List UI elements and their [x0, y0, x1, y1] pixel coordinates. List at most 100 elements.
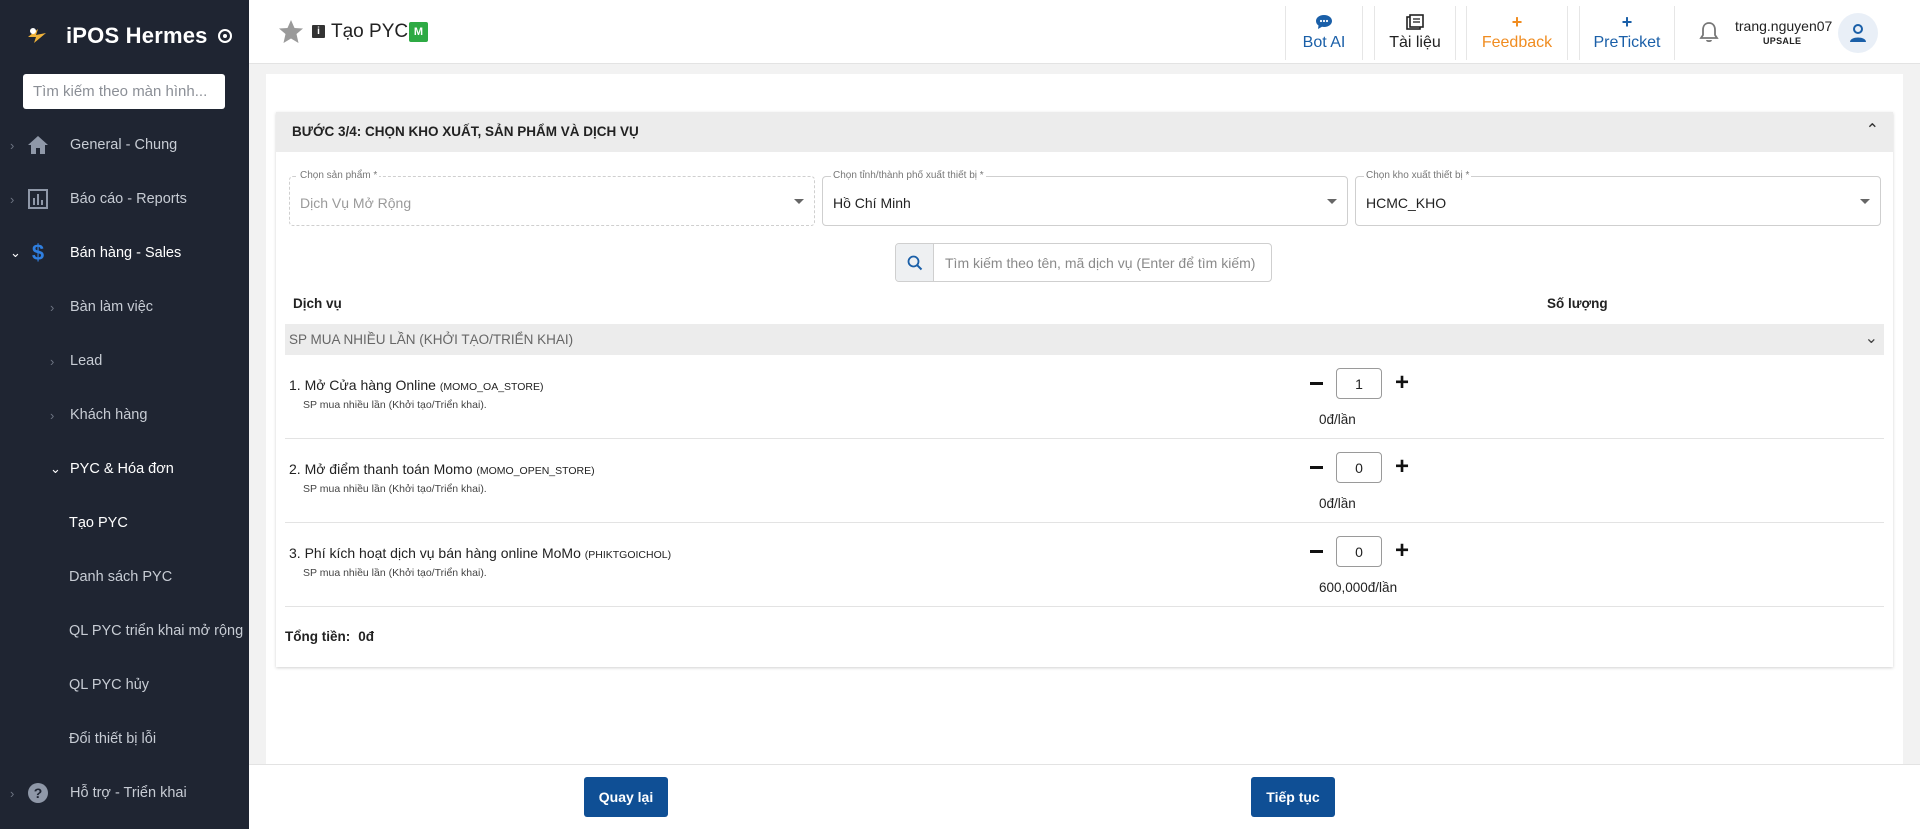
service-name: 1. Mở Cửa hàng Online (MOMO_OA_STORE)	[289, 377, 544, 393]
sidebar-item-label: Tạo PYC	[69, 515, 128, 531]
total-value: 0đ	[358, 629, 374, 644]
avatar[interactable]	[1838, 13, 1878, 53]
sidebar-item-reports[interactable]: › Báo cáo - Reports	[0, 172, 249, 226]
increment-button[interactable]: +	[1390, 537, 1414, 565]
sidebar-item-label: QL PYC hủy	[69, 677, 150, 693]
sidebar-item-pyc-invoices[interactable]: ⌄ PYC & Hóa đơn	[0, 442, 249, 496]
chevron-down-icon: ⌄	[50, 461, 61, 476]
chevron-right-icon: ›	[10, 785, 15, 801]
sidebar-item-pyc-cancel[interactable]: QL PYC hủy	[0, 658, 249, 712]
service-name: 3. Phí kích hoạt dịch vụ bán hàng online…	[289, 545, 671, 561]
chat-bubble-icon	[1315, 14, 1333, 32]
user-name: trang.nguyen07	[1735, 18, 1833, 34]
mode-badge: M	[409, 22, 428, 42]
user-icon	[1850, 24, 1866, 42]
sidebar-item-pyc-expansion[interactable]: QL PYC triển khai mở rộng	[0, 604, 249, 658]
quantity-input[interactable]	[1336, 368, 1382, 399]
dropdown-arrow-icon	[794, 199, 804, 204]
sidebar-item-device-exchange[interactable]: Đổi thiết bị lỗi	[0, 712, 249, 766]
favorite-star-icon[interactable]	[277, 18, 305, 46]
sidebar: iPOS Hermes › General - Chung › Báo cáo …	[0, 0, 249, 829]
service-group-header[interactable]: SP MUA NHIỀU LẦN (KHỞI TẠO/TRIỂN KHAI) ⌄	[285, 324, 1884, 355]
quantity-input[interactable]	[1336, 536, 1382, 567]
quantity-input[interactable]	[1336, 452, 1382, 483]
chevron-right-icon: ›	[50, 299, 55, 315]
bot-ai-button[interactable]: Bot AI	[1285, 6, 1363, 60]
sidebar-item-create-pyc[interactable]: Tạo PYC	[0, 496, 249, 550]
service-price: 600,000đ/lần	[1319, 580, 1398, 595]
step-header[interactable]: BƯỚC 3/4: CHỌN KHO XUẤT, SẢN PHẨM VÀ DỊC…	[276, 112, 1893, 152]
product-select-value: Dịch Vụ Mở Rộng	[300, 195, 412, 211]
warehouse-select-value: HCMC_KHO	[1366, 195, 1447, 211]
bell-icon[interactable]	[1697, 20, 1721, 44]
sidebar-item-lead[interactable]: › Lead	[0, 334, 249, 388]
service-description: SP mua nhiều lần (Khởi tạo/Triển khai).	[303, 567, 487, 579]
dollar-icon: $	[31, 240, 45, 265]
chevron-down-icon: ⌄	[10, 245, 21, 260]
svg-text:?: ?	[34, 785, 43, 801]
docs-label: Tài liệu	[1389, 34, 1441, 51]
plus-icon: +	[1394, 369, 1409, 396]
chevron-right-icon: ›	[10, 137, 15, 153]
plus-icon: +	[1394, 453, 1409, 480]
decrement-button[interactable]	[1304, 453, 1328, 481]
product-select: Chọn sản phẩm * Dịch Vụ Mở Rộng	[289, 170, 815, 226]
sidebar-item-pyc-list[interactable]: Danh sách PYC	[0, 550, 249, 604]
sidebar-item-support[interactable]: › ? Hỗ trợ - Triển khai	[0, 766, 249, 820]
docs-button[interactable]: Tài liệu	[1374, 6, 1456, 60]
footer-bar: Quay lại Tiếp tục	[249, 764, 1920, 829]
chevron-down-icon[interactable]: ⌄	[1865, 328, 1878, 348]
radio-icon[interactable]	[217, 29, 232, 43]
service-search	[895, 243, 1272, 282]
chevron-right-icon: ›	[50, 353, 55, 369]
next-button[interactable]: Tiếp tục	[1251, 777, 1335, 817]
province-select-value: Hồ Chí Minh	[833, 195, 911, 211]
bot-ai-label: Bot AI	[1302, 34, 1346, 51]
sidebar-item-label: Hỗ trợ - Triển khai	[70, 785, 187, 801]
sidebar-item-label: PYC & Hóa đơn	[70, 461, 174, 477]
decrement-button[interactable]	[1304, 537, 1328, 565]
sidebar-item-sales[interactable]: ⌄ $ Bán hàng - Sales	[0, 226, 249, 280]
plus-icon: +	[1511, 12, 1523, 32]
increment-button[interactable]: +	[1390, 369, 1414, 397]
decrement-button[interactable]	[1304, 369, 1328, 397]
brand[interactable]: iPOS Hermes	[0, 0, 249, 72]
book-icon	[1406, 14, 1424, 32]
step-panel: BƯỚC 3/4: CHỌN KHO XUẤT, SẢN PHẨM VÀ DỊC…	[276, 112, 1893, 667]
sidebar-item-label: Danh sách PYC	[69, 569, 173, 585]
service-price: 0đ/lần	[1319, 412, 1356, 427]
sidebar-item-label: Bán hàng - Sales	[70, 245, 182, 261]
product-select-label: Chọn sản phẩm *	[298, 170, 380, 181]
province-select-label: Chọn tỉnh/thành phố xuất thiết bị *	[831, 170, 986, 181]
service-description: SP mua nhiều lần (Khởi tạo/Triển khai).	[303, 483, 487, 495]
chevron-right-icon: ›	[50, 407, 55, 423]
plus-icon: +	[1394, 537, 1409, 564]
increment-button[interactable]: +	[1390, 453, 1414, 481]
preticket-button[interactable]: + PreTicket	[1579, 6, 1675, 60]
warehouse-select[interactable]: Chọn kho xuất thiết bị * HCMC_KHO	[1355, 170, 1881, 226]
sidebar-item-customers[interactable]: › Khách hàng	[0, 388, 249, 442]
sidebar-nav: › General - Chung › Báo cáo - Reports ⌄ …	[0, 118, 249, 820]
sidebar-item-general[interactable]: › General - Chung	[0, 118, 249, 172]
sidebar-item-label: Lead	[70, 353, 103, 369]
sidebar-item-workspace[interactable]: › Bàn làm việc	[0, 280, 249, 334]
brand-name: iPOS Hermes	[66, 23, 208, 48]
chevron-up-icon[interactable]: ⌃	[1866, 120, 1879, 140]
sidebar-item-label: General - Chung	[70, 137, 178, 153]
column-header-quantity: Số lượng	[1547, 296, 1608, 311]
help-circle-icon: ?	[26, 781, 50, 805]
service-row: 3. Phí kích hoạt dịch vụ bán hàng online…	[285, 523, 1884, 607]
sidebar-item-label: Khách hàng	[70, 407, 148, 423]
info-icon[interactable]: i	[312, 25, 325, 38]
sidebar-search-input[interactable]	[23, 74, 225, 109]
feedback-label: Feedback	[1481, 34, 1553, 51]
top-header: i Tạo PYC M Bot AI Tài liệu + Feedback +…	[249, 0, 1920, 64]
back-button[interactable]: Quay lại	[584, 777, 668, 817]
service-name: 2. Mở điểm thanh toán Momo (MOMO_OPEN_ST…	[289, 461, 595, 477]
home-icon	[26, 133, 50, 157]
service-description: SP mua nhiều lần (Khởi tạo/Triển khai).	[303, 399, 487, 411]
province-select[interactable]: Chọn tỉnh/thành phố xuất thiết bị * Hồ C…	[822, 170, 1348, 226]
service-search-input[interactable]	[936, 244, 1266, 281]
search-icon[interactable]	[896, 244, 934, 281]
feedback-button[interactable]: + Feedback	[1466, 6, 1568, 60]
